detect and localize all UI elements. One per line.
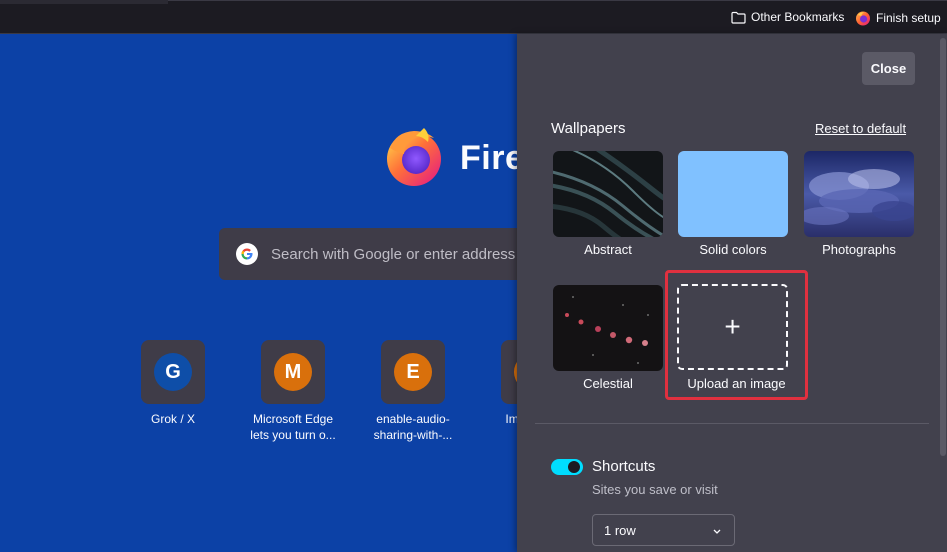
upload-image-label: Upload an image xyxy=(687,376,786,391)
shortcut-tile-icon-box: G xyxy=(141,340,205,404)
upload-image-button[interactable]: + xyxy=(677,284,788,370)
shortcut-rows-select[interactable]: 1 row xyxy=(592,514,735,546)
section-divider xyxy=(535,423,929,424)
other-bookmarks-label: Other Bookmarks xyxy=(751,10,845,24)
shortcuts-title: Shortcuts xyxy=(592,458,656,475)
folder-icon xyxy=(731,11,746,24)
finish-setup-button[interactable]: Finish setup xyxy=(855,10,941,26)
browser-window: Other Bookmarks Finish setup Fire Search… xyxy=(0,0,947,552)
search-bar[interactable] xyxy=(219,228,559,280)
shortcut-letter-icon: G xyxy=(154,353,192,391)
chevron-down-icon xyxy=(712,524,722,539)
wallpaper-solid-colors[interactable]: Solid colors xyxy=(678,151,788,257)
finish-setup-label: Finish setup xyxy=(876,11,941,25)
wallpaper-celestial[interactable]: Celestial xyxy=(553,285,663,391)
wallpaper-abstract[interactable]: Abstract xyxy=(553,151,663,257)
firefox-logo: Fire xyxy=(382,124,524,193)
wallpaper-solid-colors-thumbnail xyxy=(678,151,788,237)
shortcut-letter-icon: E xyxy=(394,353,432,391)
top-sites: G Grok / X M Microsoft Edge lets you tur… xyxy=(133,340,573,443)
panel-scrollbar[interactable] xyxy=(939,34,947,552)
bookmarks-toolbar: Other Bookmarks Finish setup xyxy=(0,0,947,34)
scrollbar-thumb[interactable] xyxy=(940,38,946,456)
wallpaper-label: Celestial xyxy=(583,376,633,391)
shortcuts-subtitle: Sites you save or visit xyxy=(592,482,718,497)
shortcut-tile[interactable]: M Microsoft Edge lets you turn o... xyxy=(250,340,336,443)
wallpapers-heading: Wallpapers xyxy=(551,120,626,137)
wallpaper-label: Solid colors xyxy=(699,242,767,257)
firefox-logo-icon xyxy=(382,124,446,193)
shortcut-label: enable-audio-sharing-with-... xyxy=(373,412,453,442)
shortcut-tile-icon-box: E xyxy=(381,340,445,404)
wallpaper-photographs[interactable]: Photographs xyxy=(804,151,914,257)
shortcut-letter-icon: M xyxy=(274,353,312,391)
firefox-icon xyxy=(855,10,871,26)
toolbar-divider xyxy=(168,0,947,1)
shortcut-tile[interactable]: E enable-audio-sharing-with-... xyxy=(373,340,453,443)
other-bookmarks-button[interactable]: Other Bookmarks xyxy=(731,10,844,24)
customize-panel: Close Wallpapers Reset to default Abstra… xyxy=(517,34,947,552)
wallpaper-abstract-thumbnail xyxy=(553,151,663,237)
tab-strip-edge xyxy=(0,0,168,4)
shortcut-rows-value: 1 row xyxy=(604,522,636,538)
close-button[interactable]: Close xyxy=(862,52,915,85)
wallpaper-photographs-thumbnail xyxy=(804,151,914,237)
shortcut-label: Microsoft Edge lets you turn o... xyxy=(250,412,336,442)
reset-to-default-link[interactable]: Reset to default xyxy=(815,121,906,136)
plus-icon: + xyxy=(724,311,741,342)
shortcuts-toggle[interactable] xyxy=(551,459,583,475)
google-icon xyxy=(235,242,259,266)
shortcut-tile[interactable]: G Grok / X xyxy=(133,340,213,443)
wallpaper-label: Abstract xyxy=(584,242,632,257)
firefox-wordmark: Fire xyxy=(460,139,525,177)
search-input[interactable] xyxy=(271,245,531,263)
shortcut-tile-icon-box: M xyxy=(261,340,325,404)
shortcut-label: Grok / X xyxy=(150,412,195,426)
wallpaper-celestial-thumbnail xyxy=(553,285,663,371)
wallpaper-label: Photographs xyxy=(822,242,896,257)
toggle-knob xyxy=(568,461,580,473)
